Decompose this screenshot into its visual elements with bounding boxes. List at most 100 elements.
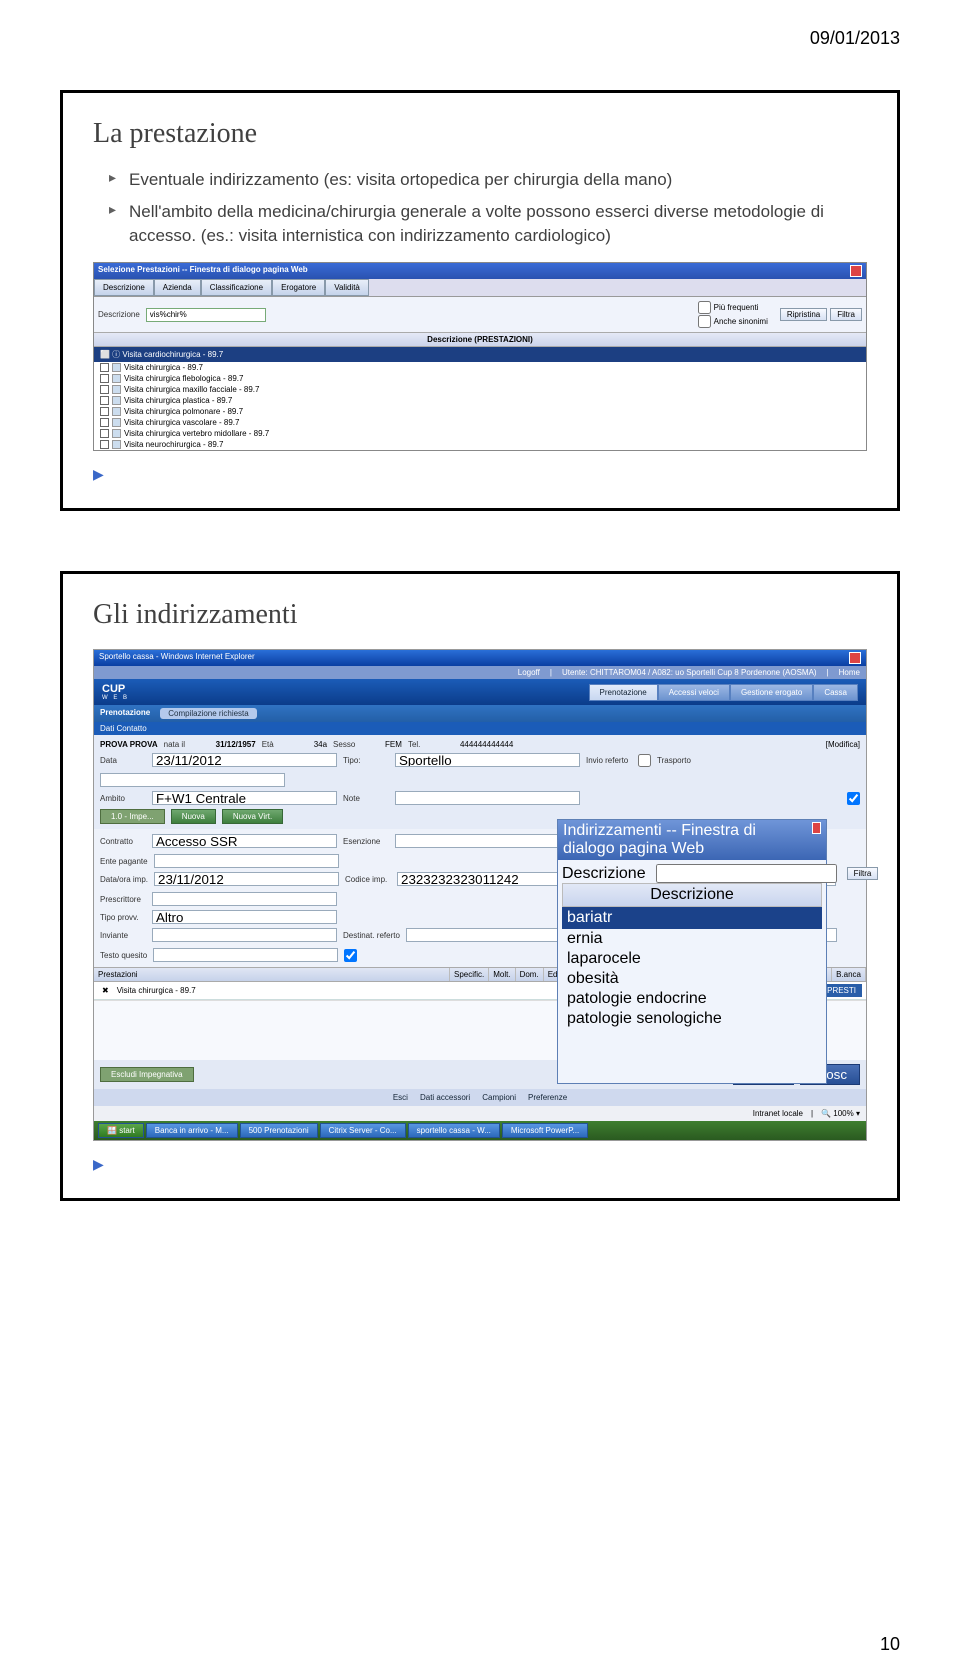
contratto-input[interactable] (152, 834, 337, 848)
campioni-button[interactable]: Campioni (482, 1093, 516, 1102)
status-bar: Intranet locale | 🔍 100% ▾ (94, 1106, 866, 1121)
contact-bar: Dati Contatto (94, 722, 866, 735)
popup-title-text: Indirizzamenti -- Finestra di dialogo pa… (563, 822, 812, 858)
tel-value: 444444444444 (460, 740, 513, 749)
nav-tabs: Prenotazione Accessi veloci Gestione ero… (589, 684, 858, 701)
tipoprov-label: Tipo provv. (100, 913, 146, 922)
taskbar-item[interactable]: 500 Prenotazioni (240, 1123, 318, 1138)
taskbar-item[interactable]: sportello cassa - W... (408, 1123, 500, 1138)
dialog-titlebar: Selezione Prestazioni -- Finestra di dia… (94, 263, 866, 279)
testo-checkbox[interactable] (344, 949, 357, 962)
dialog-title-text: Selezione Prestazioni -- Finestra di dia… (98, 265, 308, 277)
flag-checkbox[interactable] (847, 792, 860, 805)
popup-item[interactable]: patologie senologiche (562, 1009, 822, 1029)
tipo-input[interactable] (395, 753, 580, 767)
popup-item[interactable]: laparocele (562, 949, 822, 969)
list-item[interactable]: Visita chirurgica vascolare - 89.7 (94, 417, 866, 428)
esenzione-label: Esenzione (343, 837, 389, 846)
sub-prenot: Prenotazione (100, 708, 150, 719)
list-item[interactable]: Visita neurochirurgica - 89.7 (94, 439, 866, 450)
taskbar-item[interactable]: Microsoft PowerP... (502, 1123, 588, 1138)
nav-tab-accessi[interactable]: Accessi veloci (658, 684, 730, 701)
intranet-status: Intranet locale (753, 1109, 803, 1118)
list-item[interactable]: Visita chirurgica polmonare - 89.7 (94, 406, 866, 417)
contratto-label: Contratto (100, 837, 146, 846)
note-label: Note (343, 794, 389, 803)
invio-checkbox[interactable] (638, 754, 651, 767)
ripristina-button[interactable]: Ripristina (780, 308, 827, 321)
trasporto-input[interactable] (100, 773, 285, 787)
list-item[interactable]: Visita chirurgica maxillo facciale - 89.… (94, 384, 866, 395)
list-header: Descrizione (PRESTAZIONI) (94, 332, 866, 347)
popup-item[interactable]: obesità (562, 969, 822, 989)
list-item-label: Visita chirurgica vascolare - 89.7 (124, 418, 239, 427)
tipoprov-input[interactable] (152, 910, 337, 924)
data-input[interactable] (152, 753, 337, 767)
nuova-button[interactable]: Nuova (171, 809, 216, 824)
tab-validita[interactable]: Validità (325, 279, 369, 296)
testo-input[interactable] (153, 948, 338, 962)
popup-desc-label: Descrizione (562, 865, 646, 883)
col-dom: Dom. (516, 968, 544, 981)
filtra-button[interactable]: Filtra (830, 308, 862, 321)
esci-button[interactable]: Esci (393, 1093, 408, 1102)
cup-header: CUP W E B Prenotazione Accessi veloci Ge… (94, 679, 866, 705)
col-prestazioni: Prestazioni (94, 968, 450, 981)
dataora-label: Data/ora imp. (100, 875, 148, 884)
list-item-label: Visita chirurgica flebologica - 89.7 (124, 374, 243, 383)
preferenze-button[interactable]: Preferenze (528, 1093, 567, 1102)
esenzione-input[interactable] (395, 834, 580, 848)
close-icon[interactable] (850, 265, 862, 277)
escludi-button[interactable]: Escludi Impegnativa (100, 1067, 194, 1082)
ente-input[interactable] (154, 854, 339, 868)
tel-label: Tel. (408, 740, 454, 749)
codice-input[interactable] (397, 872, 582, 886)
bottom-button-row: Esci Dati accessori Campioni Preferenze (94, 1089, 866, 1106)
ambito-input[interactable] (152, 791, 337, 805)
cup-sub: W E B (102, 695, 129, 701)
popup-filtra-button[interactable]: Filtra (847, 867, 879, 880)
popup-item[interactable]: patologie endocrine (562, 989, 822, 1009)
list-item[interactable]: Visita chirurgica plastica - 89.7 (94, 395, 866, 406)
nuova-virt-button[interactable]: Nuova Virt. (222, 809, 283, 824)
start-button[interactable]: 🪟 start (98, 1123, 144, 1138)
patient-name: PROVA PROVA (100, 740, 158, 749)
codice-label: Codice imp. (345, 875, 391, 884)
list-item-selected[interactable]: ⬜ ⓘ Visita cardiochirurgica - 89.7 (94, 347, 866, 362)
tab-classificazione[interactable]: Classificazione (201, 279, 272, 296)
popup-item[interactable]: ernia (562, 929, 822, 949)
desc-input[interactable] (146, 308, 266, 322)
lo-impe-tab[interactable]: 1.0 - Impe... (100, 809, 165, 824)
taskbar-item[interactable]: Citrix Server - Co... (320, 1123, 406, 1138)
close-icon[interactable] (812, 822, 821, 834)
inviante-input[interactable] (152, 928, 337, 942)
zoom-status: 🔍 100% ▾ (821, 1109, 860, 1118)
nav-tab-cassa[interactable]: Cassa (813, 684, 858, 701)
chk-sinonimi[interactable]: Anche sinonimi (698, 315, 768, 328)
popup-desc-input[interactable] (656, 864, 837, 883)
prescrittore-input[interactable] (152, 892, 337, 906)
dati-button[interactable]: Dati accessori (420, 1093, 470, 1102)
chk-frequenti[interactable]: Più frequenti (698, 301, 768, 314)
ente-label: Ente pagante (100, 857, 148, 866)
logoff-link[interactable]: Logoff (518, 668, 540, 677)
tab-descrizione[interactable]: Descrizione (94, 279, 154, 296)
home-link[interactable]: Home (839, 668, 860, 677)
sesso-value: FEM (385, 740, 402, 749)
list-item-label: Visita chirurgica - 89.7 (124, 363, 203, 372)
taskbar-item[interactable]: Banca in arrivo - M... (146, 1123, 238, 1138)
note-input[interactable] (395, 791, 580, 805)
tab-erogatore[interactable]: Erogatore (272, 279, 325, 296)
nav-tab-prenotazione[interactable]: Prenotazione (589, 684, 658, 701)
tab-azienda[interactable]: Azienda (154, 279, 201, 296)
slide2-title: Gli indirizzamenti (93, 599, 867, 631)
list-item[interactable]: Visita chirurgica - 89.7 (94, 362, 866, 373)
dataora-input[interactable] (154, 872, 339, 886)
popup-item-selected[interactable]: bariatr (562, 907, 822, 929)
ie-titlebar: Sportello cassa - Windows Internet Explo… (94, 650, 866, 666)
modifica-link[interactable]: [Modifica] (826, 740, 860, 749)
nav-tab-gestione[interactable]: Gestione erogato (730, 684, 813, 701)
list-item[interactable]: Visita chirurgica flebologica - 89.7 (94, 373, 866, 384)
close-icon[interactable] (849, 652, 861, 664)
list-item[interactable]: Visita chirurgica vertebro midollare - 8… (94, 428, 866, 439)
